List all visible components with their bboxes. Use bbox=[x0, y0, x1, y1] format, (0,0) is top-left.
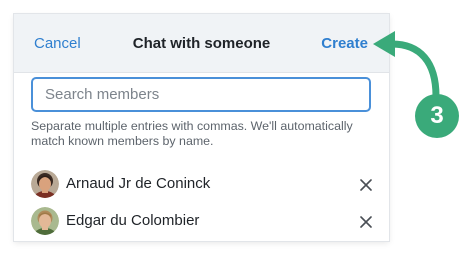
search-members-input[interactable] bbox=[33, 79, 369, 110]
close-icon[interactable] bbox=[360, 215, 372, 228]
member-row: Edgar du Colombier bbox=[31, 207, 372, 235]
member-row: Arnaud Jr de Coninck bbox=[31, 170, 372, 198]
avatar bbox=[31, 207, 59, 235]
create-button[interactable]: Create bbox=[321, 35, 368, 52]
close-icon[interactable] bbox=[360, 178, 372, 191]
member-name: Arnaud Jr de Coninck bbox=[66, 175, 211, 192]
avatar bbox=[31, 170, 59, 198]
help-text: Separate multiple entries with commas. W… bbox=[31, 119, 353, 148]
member-name: Edgar du Colombier bbox=[66, 212, 200, 229]
chat-with-someone-dialog: Cancel Chat with someone Create Separate… bbox=[14, 14, 389, 241]
search-members-field[interactable] bbox=[31, 77, 371, 112]
step-number-badge: 3 bbox=[415, 94, 459, 138]
dialog-header: Cancel Chat with someone Create bbox=[14, 14, 389, 73]
